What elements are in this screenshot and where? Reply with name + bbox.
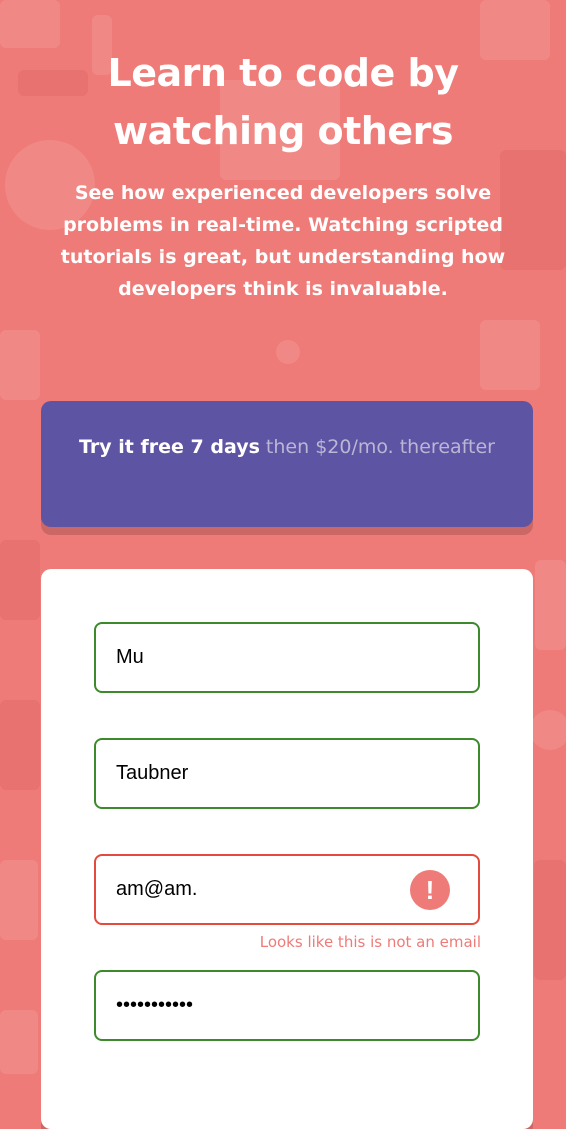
background-pattern-shape [0,0,60,48]
signup-form: Mu Taubner am@am. ! Looks like this is n… [41,569,533,1129]
background-pattern-shape [0,330,40,400]
background-pattern-shape [0,860,38,940]
last-name-value: Taubner [116,762,189,784]
background-pattern-shape [534,860,566,980]
signup-page: Learn to code by watching others See how… [0,0,566,1129]
background-pattern-shape [480,320,540,390]
page-description: See how experienced developers solve pro… [60,182,506,300]
background-pattern-shape [0,700,40,790]
error-icon: ! [410,869,450,910]
first-name-value: Mu [116,646,144,668]
background-pattern-shape [535,560,566,650]
password-value: ••••••••••• [116,994,194,1016]
promo-pricing: then $20/mo. thereafter [259,436,495,458]
background-pattern-shape [0,1010,38,1074]
email-error-message: Looks like this is not an email [259,933,481,951]
free-trial-banner: Try it free 7 days then $20/mo. thereaft… [41,401,533,527]
background-pattern-shape [530,710,566,750]
email-field[interactable]: am@am. ! [94,854,480,925]
background-pattern-shape [0,540,40,620]
email-value: am@am. [116,878,198,900]
last-name-field[interactable]: Taubner [94,738,480,809]
promo-highlight: Try it free 7 days [79,436,260,458]
first-name-field[interactable]: Mu [94,622,480,693]
background-pattern-shape [276,340,300,364]
page-title: Learn to code by watching others [107,51,459,153]
password-field[interactable]: ••••••••••• [94,970,480,1041]
